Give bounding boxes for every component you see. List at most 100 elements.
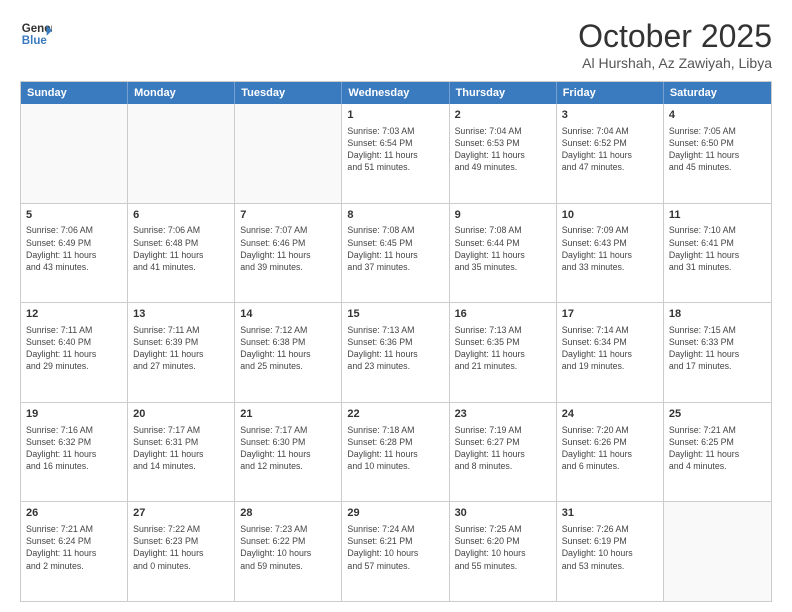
day-number: 15: [347, 307, 443, 322]
weekday-header-sunday: Sunday: [21, 82, 128, 104]
calendar-cell-day-9: 9Sunrise: 7:08 AM Sunset: 6:44 PM Daylig…: [450, 204, 557, 303]
calendar-row-1: 1 Sunrise: 7:03 AM Sunset: 6:54 PM Daylig…: [21, 104, 771, 203]
day-number: 26: [26, 506, 122, 521]
svg-text:Blue: Blue: [22, 35, 48, 47]
day-info: Sunrise: 7:04 AM Sunset: 6:53 PM Dayligh…: [455, 125, 551, 174]
calendar-cell-day-14: 14 Sunrise: 7:12 AM Sunset: 6:38 PM Dayli…: [235, 303, 342, 402]
calendar-cell-day-16: 16 Sunrise: 7:13 AM Sunset: 6:35 PM Dayli…: [450, 303, 557, 402]
day-info: Sunrise: 7:07 AM Sunset: 6:46 PM Dayligh…: [240, 224, 336, 273]
calendar-row-2: 5Sunrise: 7:06 AM Sunset: 6:49 PM Daylig…: [21, 203, 771, 303]
day-number: 16: [455, 307, 551, 322]
day-info: Sunrise: 7:24 AM Sunset: 6:21 PM Dayligh…: [347, 523, 443, 572]
day-info: Sunrise: 7:13 AM Sunset: 6:35 PM Dayligh…: [455, 324, 551, 373]
logo: General Blue: [20, 18, 52, 50]
calendar-cell-day-10: 10Sunrise: 7:09 AM Sunset: 6:43 PM Dayli…: [557, 204, 664, 303]
header: General Blue October 2025 Al Hurshah, Az…: [20, 18, 772, 71]
day-info: Sunrise: 7:16 AM Sunset: 6:32 PM Dayligh…: [26, 424, 122, 473]
day-number: 17: [562, 307, 658, 322]
day-number: 24: [562, 407, 658, 422]
calendar-cell-day-22: 22Sunrise: 7:18 AM Sunset: 6:28 PM Dayli…: [342, 403, 449, 502]
day-number: 11: [669, 208, 766, 223]
day-number: 29: [347, 506, 443, 521]
calendar-cell-day-18: 18 Sunrise: 7:15 AM Sunset: 6:33 PM Dayli…: [664, 303, 771, 402]
weekday-header-saturday: Saturday: [664, 82, 771, 104]
calendar: SundayMondayTuesdayWednesdayThursdayFrid…: [20, 81, 772, 602]
day-info: Sunrise: 7:11 AM Sunset: 6:40 PM Dayligh…: [26, 324, 122, 373]
day-number: 4: [669, 108, 766, 123]
logo-icon: General Blue: [20, 18, 52, 50]
day-info: Sunrise: 7:21 AM Sunset: 6:25 PM Dayligh…: [669, 424, 766, 473]
weekday-header-monday: Monday: [128, 82, 235, 104]
weekday-header-wednesday: Wednesday: [342, 82, 449, 104]
day-info: Sunrise: 7:08 AM Sunset: 6:45 PM Dayligh…: [347, 224, 443, 273]
day-number: 18: [669, 307, 766, 322]
calendar-cell-day-20: 20 Sunrise: 7:17 AM Sunset: 6:31 PM Dayli…: [128, 403, 235, 502]
calendar-cell-day-8: 8Sunrise: 7:08 AM Sunset: 6:45 PM Daylig…: [342, 204, 449, 303]
day-number: 6: [133, 208, 229, 223]
calendar-row-5: 26 Sunrise: 7:21 AM Sunset: 6:24 PM Dayli…: [21, 501, 771, 601]
day-info: Sunrise: 7:15 AM Sunset: 6:33 PM Dayligh…: [669, 324, 766, 373]
calendar-cell-day-11: 11Sunrise: 7:10 AM Sunset: 6:41 PM Dayli…: [664, 204, 771, 303]
calendar-header: SundayMondayTuesdayWednesdayThursdayFrid…: [21, 82, 771, 104]
day-info: Sunrise: 7:05 AM Sunset: 6:50 PM Dayligh…: [669, 125, 766, 174]
day-info: Sunrise: 7:14 AM Sunset: 6:34 PM Dayligh…: [562, 324, 658, 373]
calendar-cell-day-3: 3 Sunrise: 7:04 AM Sunset: 6:52 PM Daylig…: [557, 104, 664, 203]
day-info: Sunrise: 7:03 AM Sunset: 6:54 PM Dayligh…: [347, 125, 443, 174]
day-info: Sunrise: 7:04 AM Sunset: 6:52 PM Dayligh…: [562, 125, 658, 174]
calendar-cell-day-29: 29 Sunrise: 7:24 AM Sunset: 6:21 PM Dayli…: [342, 502, 449, 601]
day-info: Sunrise: 7:09 AM Sunset: 6:43 PM Dayligh…: [562, 224, 658, 273]
day-number: 2: [455, 108, 551, 123]
day-info: Sunrise: 7:21 AM Sunset: 6:24 PM Dayligh…: [26, 523, 122, 572]
calendar-cell-day-6: 6Sunrise: 7:06 AM Sunset: 6:48 PM Daylig…: [128, 204, 235, 303]
calendar-cell-day-13: 13Sunrise: 7:11 AM Sunset: 6:39 PM Dayli…: [128, 303, 235, 402]
day-info: Sunrise: 7:26 AM Sunset: 6:19 PM Dayligh…: [562, 523, 658, 572]
calendar-cell-day-15: 15Sunrise: 7:13 AM Sunset: 6:36 PM Dayli…: [342, 303, 449, 402]
calendar-cell-day-17: 17 Sunrise: 7:14 AM Sunset: 6:34 PM Dayli…: [557, 303, 664, 402]
day-info: Sunrise: 7:23 AM Sunset: 6:22 PM Dayligh…: [240, 523, 336, 572]
day-number: 21: [240, 407, 336, 422]
calendar-cell-day-26: 26 Sunrise: 7:21 AM Sunset: 6:24 PM Dayli…: [21, 502, 128, 601]
weekday-header-thursday: Thursday: [450, 82, 557, 104]
day-number: 28: [240, 506, 336, 521]
day-info: Sunrise: 7:11 AM Sunset: 6:39 PM Dayligh…: [133, 324, 229, 373]
day-number: 3: [562, 108, 658, 123]
calendar-row-4: 19 Sunrise: 7:16 AM Sunset: 6:32 PM Dayli…: [21, 402, 771, 502]
weekday-header-friday: Friday: [557, 82, 664, 104]
day-number: 1: [347, 108, 443, 123]
day-number: 19: [26, 407, 122, 422]
calendar-cell-day-27: 27 Sunrise: 7:22 AM Sunset: 6:23 PM Dayli…: [128, 502, 235, 601]
calendar-cell-day-1: 1 Sunrise: 7:03 AM Sunset: 6:54 PM Daylig…: [342, 104, 449, 203]
day-info: Sunrise: 7:12 AM Sunset: 6:38 PM Dayligh…: [240, 324, 336, 373]
calendar-cell-day-7: 7Sunrise: 7:07 AM Sunset: 6:46 PM Daylig…: [235, 204, 342, 303]
day-number: 14: [240, 307, 336, 322]
day-number: 7: [240, 208, 336, 223]
calendar-cell-day-19: 19 Sunrise: 7:16 AM Sunset: 6:32 PM Dayli…: [21, 403, 128, 502]
day-info: Sunrise: 7:20 AM Sunset: 6:26 PM Dayligh…: [562, 424, 658, 473]
day-number: 12: [26, 307, 122, 322]
day-number: 25: [669, 407, 766, 422]
title-block: October 2025 Al Hurshah, Az Zawiyah, Lib…: [578, 18, 772, 71]
day-info: Sunrise: 7:17 AM Sunset: 6:31 PM Dayligh…: [133, 424, 229, 473]
calendar-cell-day-4: 4 Sunrise: 7:05 AM Sunset: 6:50 PM Daylig…: [664, 104, 771, 203]
calendar-cell-empty: [235, 104, 342, 203]
calendar-cell-day-5: 5Sunrise: 7:06 AM Sunset: 6:49 PM Daylig…: [21, 204, 128, 303]
day-info: Sunrise: 7:19 AM Sunset: 6:27 PM Dayligh…: [455, 424, 551, 473]
calendar-cell-day-28: 28 Sunrise: 7:23 AM Sunset: 6:22 PM Dayli…: [235, 502, 342, 601]
day-number: 10: [562, 208, 658, 223]
calendar-cell-empty: [128, 104, 235, 203]
day-info: Sunrise: 7:17 AM Sunset: 6:30 PM Dayligh…: [240, 424, 336, 473]
weekday-header-tuesday: Tuesday: [235, 82, 342, 104]
calendar-cell-day-31: 31Sunrise: 7:26 AM Sunset: 6:19 PM Dayli…: [557, 502, 664, 601]
day-info: Sunrise: 7:08 AM Sunset: 6:44 PM Dayligh…: [455, 224, 551, 273]
location: Al Hurshah, Az Zawiyah, Libya: [578, 55, 772, 71]
day-number: 20: [133, 407, 229, 422]
calendar-cell-empty: [21, 104, 128, 203]
day-number: 30: [455, 506, 551, 521]
page: General Blue October 2025 Al Hurshah, Az…: [0, 0, 792, 612]
day-info: Sunrise: 7:22 AM Sunset: 6:23 PM Dayligh…: [133, 523, 229, 572]
day-number: 9: [455, 208, 551, 223]
calendar-cell-day-25: 25 Sunrise: 7:21 AM Sunset: 6:25 PM Dayli…: [664, 403, 771, 502]
calendar-cell-day-23: 23Sunrise: 7:19 AM Sunset: 6:27 PM Dayli…: [450, 403, 557, 502]
calendar-cell-day-24: 24 Sunrise: 7:20 AM Sunset: 6:26 PM Dayli…: [557, 403, 664, 502]
day-number: 27: [133, 506, 229, 521]
